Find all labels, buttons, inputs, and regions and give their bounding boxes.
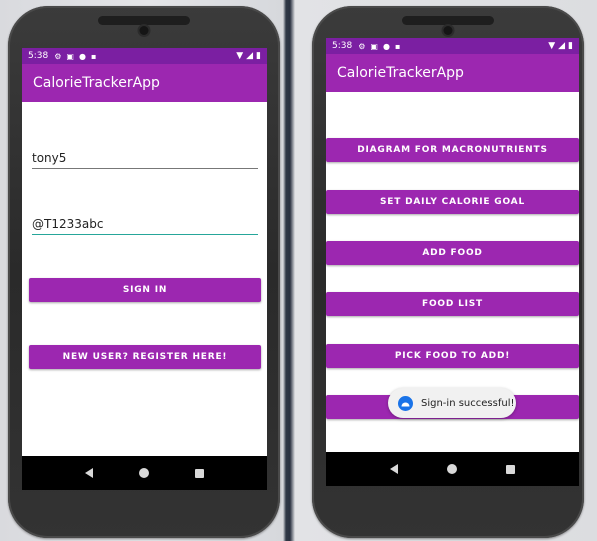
a-icon: ▣ (370, 41, 378, 51)
mic-icon: ● (382, 41, 390, 51)
right-phone: 5:38 ⚙ ▣ ● ▪ ▼ ◢ ▮ CalorieTrackerApp DIA… (312, 6, 584, 538)
sign-in-button[interactable]: SIGN IN (29, 278, 261, 302)
status-bar: 5:38 ⚙ ▣ ● ▪ ▼ ◢ ▮ (22, 48, 267, 64)
back-icon[interactable] (85, 468, 93, 478)
a-icon: ▣ (66, 51, 74, 61)
add-food-button[interactable]: ADD FOOD (326, 241, 579, 265)
toast: Sign-in successful! (388, 388, 516, 418)
status-time: 5:38 (28, 51, 49, 61)
wifi-icon: ▼ (548, 41, 556, 51)
home-icon[interactable] (139, 468, 149, 478)
home-icon[interactable] (446, 464, 457, 474)
navigation-bar (326, 452, 579, 486)
username-field[interactable]: tony5 (32, 151, 258, 169)
app-title: CalorieTrackerApp (33, 75, 160, 91)
food-list-button[interactable]: FOOD LIST (326, 292, 579, 316)
sd-card-icon: ▪ (394, 41, 401, 51)
login-content: tony5 @T1233abc SIGN IN NEW USER? REGIST… (22, 102, 267, 456)
navigation-bar (22, 456, 267, 490)
right-screen: 5:38 ⚙ ▣ ● ▪ ▼ ◢ ▮ CalorieTrackerApp DIA… (326, 38, 579, 486)
signal-icon: ◢ (246, 51, 254, 61)
toast-text: Sign-in successful! (421, 397, 515, 409)
left-phone: 5:38 ⚙ ▣ ● ▪ ▼ ◢ ▮ CalorieTrackerApp ton… (8, 6, 280, 538)
mic-icon: ● (78, 51, 86, 61)
speaker-grille (98, 16, 190, 25)
battery-icon: ▮ (256, 51, 261, 61)
back-icon[interactable] (390, 464, 399, 474)
settings-icon: ⚙ (358, 41, 366, 51)
wifi-icon: ▼ (236, 51, 244, 61)
set-calorie-goal-button[interactable]: SET DAILY CALORIE GOAL (326, 190, 579, 214)
android-icon (398, 395, 413, 411)
signal-icon: ◢ (558, 41, 566, 51)
recents-icon[interactable] (195, 468, 204, 478)
app-bar: CalorieTrackerApp (22, 64, 267, 102)
macronutrients-diagram-button[interactable]: DIAGRAM FOR MACRONUTRIENTS (326, 138, 579, 162)
front-camera (139, 26, 149, 35)
password-field[interactable]: @T1233abc (32, 217, 258, 235)
sd-card-icon: ▪ (90, 51, 97, 61)
recents-icon[interactable] (505, 464, 515, 474)
app-bar: CalorieTrackerApp (326, 54, 579, 92)
left-screen: 5:38 ⚙ ▣ ● ▪ ▼ ◢ ▮ CalorieTrackerApp ton… (22, 48, 267, 490)
status-bar: 5:38 ⚙ ▣ ● ▪ ▼ ◢ ▮ (326, 38, 579, 54)
speaker-grille (402, 16, 494, 25)
pick-food-button[interactable]: PICK FOOD TO ADD! (326, 344, 579, 368)
settings-icon: ⚙ (54, 51, 62, 61)
app-title: CalorieTrackerApp (337, 65, 464, 81)
front-camera (443, 26, 453, 35)
register-button[interactable]: NEW USER? REGISTER HERE! (29, 345, 261, 369)
battery-icon: ▮ (568, 41, 573, 51)
status-time: 5:38 (332, 41, 353, 51)
